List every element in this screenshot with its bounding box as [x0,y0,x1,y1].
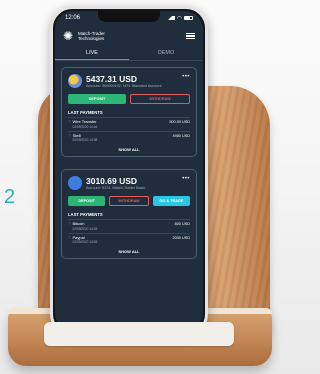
last-payments-title: LAST PAYMENTS [68,212,103,217]
more-options-icon[interactable]: ••• [182,74,190,80]
arrow-up-icon: ↑ [68,119,71,125]
account-tabs: LIVE DEMO [55,47,203,61]
payment-date: 02/09/2020 14:44 [72,124,98,129]
account-card: 3010.69 USD Account: 5174, Match-Trader … [61,169,197,259]
payment-date: 02/09/2020 14:45 [72,240,98,244]
phone-device: 12:06 ◠ ✺ Match-Trader Technologies LIVE… [50,6,208,336]
coins-icon [68,74,82,88]
show-all-link[interactable]: SHOW ALL [68,147,190,152]
withdraw-button[interactable]: WITHDRAW [130,94,190,104]
battery-icon [184,16,193,20]
payment-row: ↑ Skrill 02/09/2020 14:38 4950 USD [68,130,190,145]
accounts-list: 5437.31 USD Account: 900000192, MT4 Stan… [55,61,203,277]
withdraw-button[interactable]: WITHDRAW [109,196,149,206]
signal-icon [167,16,175,20]
phone-screen: 12:06 ◠ ✺ Match-Trader Technologies LIVE… [55,11,203,331]
tab-demo[interactable]: DEMO [129,47,203,60]
wifi-icon: ◠ [176,15,182,22]
show-all-link[interactable]: SHOW ALL [68,249,190,254]
payment-amount: 4950 USD [172,133,190,138]
step-number: 2 [4,186,16,208]
last-payments-title: LAST PAYMENTS [68,110,103,115]
deposit-button[interactable]: DEPOSIT [68,94,126,104]
account-description: Account: 5174, Match-Trader Basic [86,186,146,190]
account-card: 5437.31 USD Account: 900000192, MT4 Stan… [61,67,197,157]
payment-amount: 2000 USD [172,235,190,240]
status-time: 12:06 [65,15,81,21]
more-options-icon[interactable]: ••• [182,176,190,182]
status-icons: ◠ [167,15,193,22]
arrow-up-icon: ↑ [68,234,71,241]
phone-holder-clip [44,322,234,346]
arrow-up-icon: ↑ [68,221,71,227]
payment-amount: 500.00 USD [169,120,190,124]
payment-row: ↑ Paypal 02/09/2020 14:45 2000 USD [68,232,190,247]
trade-account-icon [68,176,82,190]
hamburger-menu-icon[interactable] [186,32,195,40]
app-header: ✺ Match-Trader Technologies [55,25,203,47]
brand-name: Match-Trader Technologies [78,31,105,41]
payment-date: 02/09/2020 14:38 [72,138,98,142]
brand: ✺ Match-Trader Technologies [61,29,114,43]
logo-icon: ✺ [62,29,74,43]
tab-live[interactable]: LIVE [55,47,129,60]
payment-amount: 800 USD [174,222,190,226]
go-trade-button[interactable]: GO & TRADE [152,196,190,206]
payment-row: ↑ Wire Transfer 02/09/2020 14:44 500.00 … [68,117,190,131]
account-description: Account: 900000192, MT4 Standard Account [86,84,162,88]
payment-name: Wire Transfer [72,119,97,124]
account-balance: 5437.31 USD [86,74,138,84]
arrow-up-icon: ↑ [68,132,71,139]
deposit-button[interactable]: DEPOSIT [68,196,106,206]
phone-notch [98,11,160,22]
account-balance: 3010.69 USD [86,176,138,186]
payment-row: ↑ Bitcoin 02/09/2020 14:45 800 USD [68,219,190,233]
payment-date: 02/09/2020 14:45 [72,226,98,231]
